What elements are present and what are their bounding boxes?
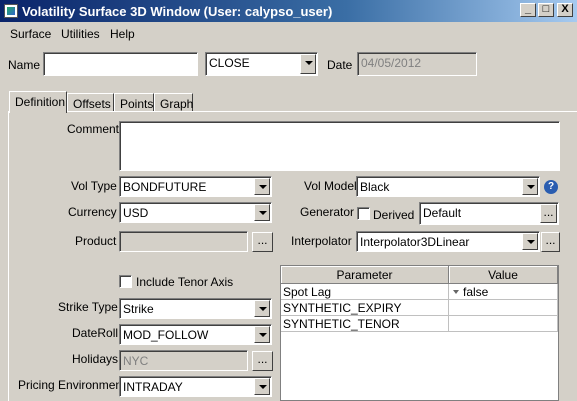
name-label: Name [8, 58, 41, 72]
product-label: Product [75, 234, 117, 248]
strike-type-label: Strike Type [58, 300, 118, 314]
include-tenor-checkbox[interactable] [119, 275, 132, 288]
app-icon [4, 4, 18, 18]
pricing-env-label: Pricing Environment [18, 378, 126, 392]
strike-type-value: Strike [123, 302, 154, 316]
menu-surface[interactable]: Surface [10, 27, 51, 41]
strike-type-combo[interactable]: Strike [119, 298, 272, 319]
help-icon[interactable]: ? [544, 180, 558, 194]
chevron-down-icon[interactable] [300, 54, 316, 74]
menu-bar: Surface Utilities Help [0, 22, 577, 44]
table-cell-value[interactable] [449, 300, 558, 316]
currency-combo[interactable]: USD [119, 202, 272, 223]
menu-utilities[interactable]: Utilities [61, 27, 100, 41]
generator-value: Default [423, 206, 462, 220]
dropdown-arrow-icon[interactable] [453, 290, 459, 294]
dateroll-value: MOD_FOLLOW [123, 328, 209, 342]
menu-help[interactable]: Help [110, 27, 135, 41]
maximize-button[interactable]: □ [538, 3, 554, 17]
tab-offsets[interactable]: Offsets [67, 93, 114, 112]
date-label: Date [327, 58, 353, 72]
column-header-parameter[interactable]: Parameter [281, 266, 449, 284]
name-field[interactable] [43, 52, 198, 76]
holidays-browse-button[interactable]: ... [252, 351, 273, 371]
status-value: CLOSE [209, 56, 250, 70]
comment-textarea[interactable] [119, 121, 560, 171]
interpolator-browse-button[interactable]: ... [541, 232, 560, 252]
generator-field[interactable]: Default ... [419, 202, 559, 225]
product-field [119, 231, 248, 252]
currency-label: Currency [68, 205, 117, 219]
table-cell-param[interactable]: SYNTHETIC_TENOR [281, 316, 449, 332]
minimize-button[interactable]: _ [520, 3, 536, 17]
chevron-down-icon[interactable] [254, 300, 270, 317]
status-combo[interactable]: CLOSE [205, 52, 318, 76]
vol-model-value: Black [360, 180, 390, 194]
product-browse-button[interactable]: ... [252, 232, 273, 252]
vol-model-label: Vol Model [304, 179, 357, 193]
tab-definition[interactable]: Definition [9, 91, 67, 113]
include-tenor-label: Include Tenor Axis [136, 275, 234, 289]
chevron-down-icon[interactable] [522, 178, 538, 195]
dateroll-label: DateRoll [72, 326, 119, 340]
column-header-value[interactable]: Value [449, 266, 558, 284]
vol-type-value: BONDFUTURE [123, 180, 207, 194]
table-cell-value[interactable] [449, 316, 558, 332]
window-title: Volatility Surface 3D Window (User: caly… [22, 4, 333, 19]
generator-label: Generator [300, 205, 355, 219]
chevron-down-icon[interactable] [254, 378, 270, 395]
spot-lag-value: false [463, 285, 489, 299]
holidays-field: NYC [119, 350, 248, 371]
table-cell-param[interactable]: Spot Lag [281, 284, 449, 300]
chevron-down-icon[interactable] [254, 178, 270, 195]
chevron-down-icon[interactable] [254, 204, 270, 221]
interpolator-label: Interpolator [291, 234, 352, 248]
tab-points[interactable]: Points [114, 93, 154, 112]
interpolator-value: Interpolator3DLinear [360, 235, 470, 249]
chevron-down-icon[interactable] [522, 233, 538, 250]
holidays-label: Holidays [72, 352, 119, 366]
chevron-down-icon[interactable] [254, 326, 270, 343]
interpolator-combo[interactable]: Interpolator3DLinear [356, 231, 540, 252]
vol-type-combo[interactable]: BONDFUTURE [119, 176, 272, 197]
derived-label: Derived [373, 208, 415, 222]
date-field: 04/05/2012 [357, 52, 477, 76]
pricing-env-value: INTRADAY [123, 380, 183, 394]
vol-type-label: Vol Type [71, 179, 117, 193]
pricing-env-combo[interactable]: INTRADAY [119, 376, 272, 397]
parameter-table[interactable]: Parameter Value Spot Lag false SYNTHETIC… [280, 265, 559, 401]
currency-value: USD [123, 206, 149, 220]
derived-checkbox[interactable] [357, 207, 370, 220]
close-window-button[interactable]: X [557, 3, 573, 17]
dateroll-combo[interactable]: MOD_FOLLOW [119, 324, 272, 345]
generator-browse-button[interactable]: ... [540, 204, 557, 223]
title-bar[interactable]: Volatility Surface 3D Window (User: caly… [0, 0, 577, 22]
comment-label: Comment [67, 122, 120, 136]
tab-graph[interactable]: Graph [154, 93, 193, 112]
table-cell-param[interactable]: SYNTHETIC_EXPIRY [281, 300, 449, 316]
vol-model-combo[interactable]: Black [356, 176, 540, 197]
table-cell-value[interactable]: false [449, 284, 558, 300]
